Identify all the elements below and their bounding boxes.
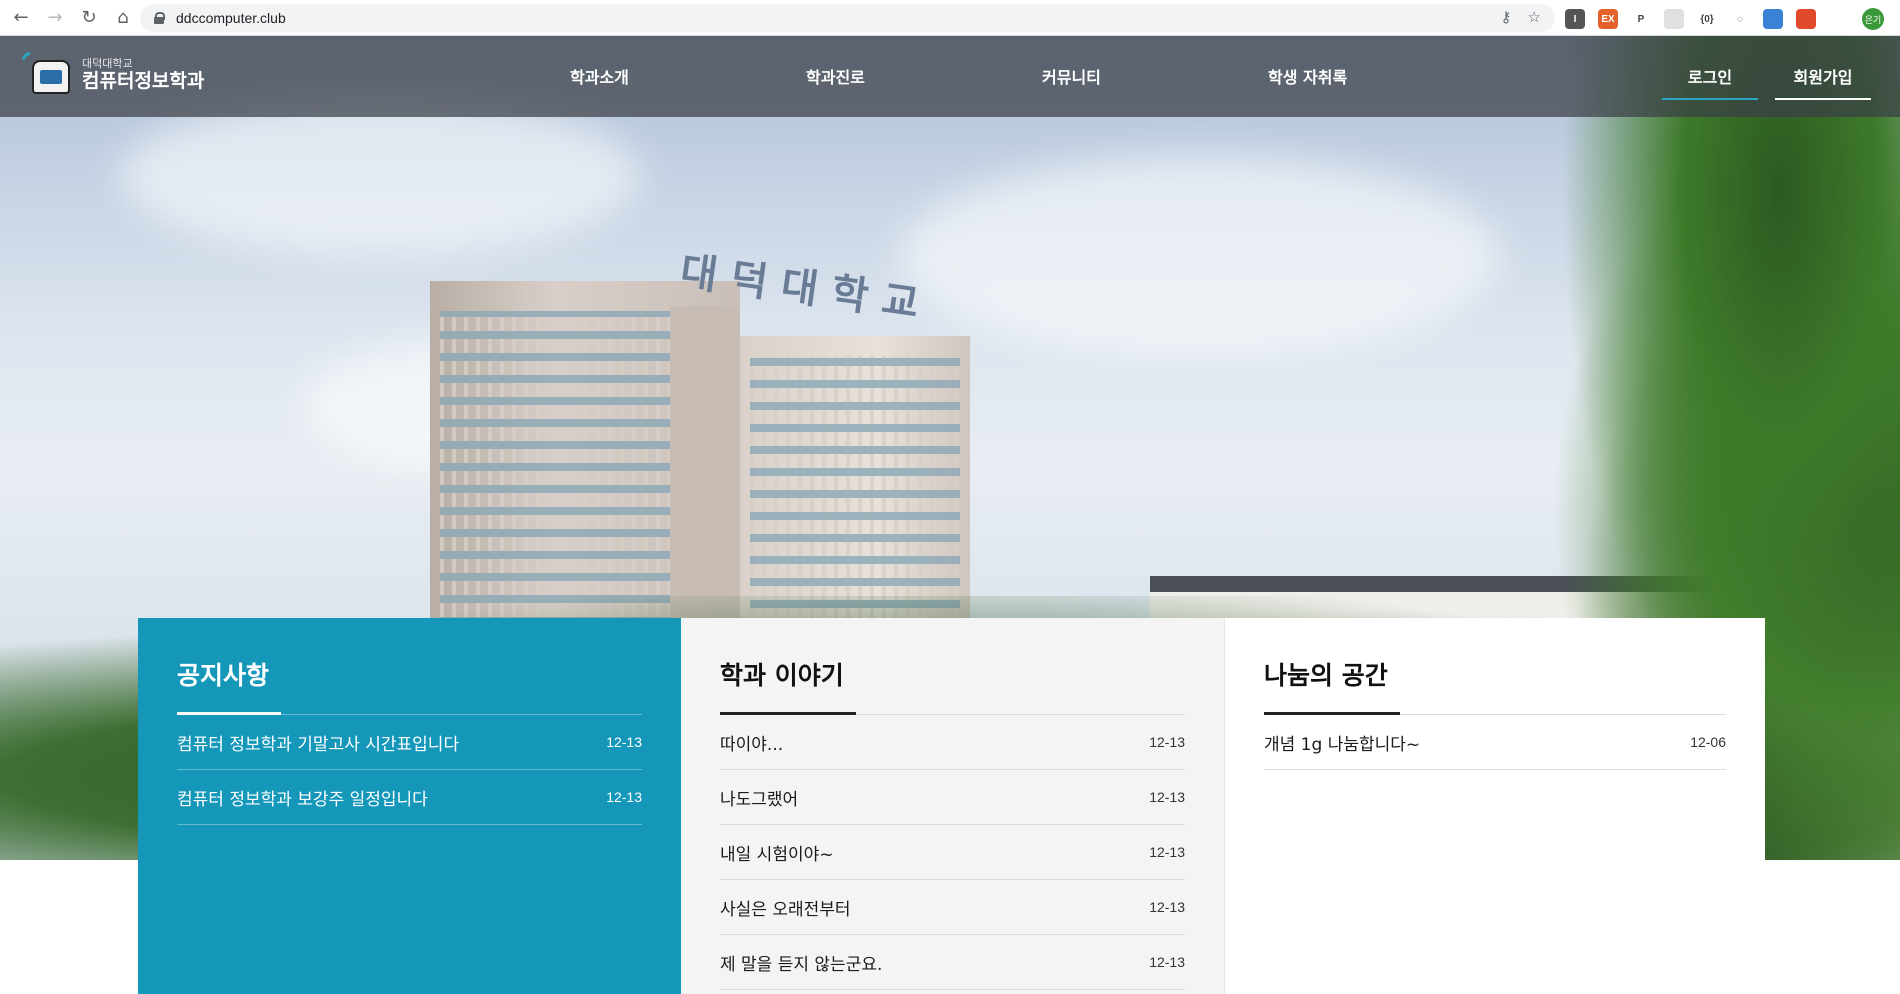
main-navigation: 학과소개 학과진로 커뮤니티 학생 자취록 로그인 회원가입: [0, 36, 1900, 117]
cloud: [900, 156, 1500, 356]
extension-3-icon[interactable]: P: [1631, 9, 1651, 29]
extension-2-icon[interactable]: EX: [1598, 9, 1618, 29]
extension-6-icon[interactable]: ◌: [1730, 9, 1750, 29]
signup-button[interactable]: 회원가입: [1775, 64, 1871, 100]
title-divider: [1264, 712, 1726, 715]
nav-item-community[interactable]: 커뮤니티: [1042, 64, 1101, 88]
post-title[interactable]: 나도그랬어: [720, 785, 798, 810]
nav-item-department-intro[interactable]: 학과소개: [570, 64, 629, 88]
post-title[interactable]: 내일 시험이야~: [720, 840, 834, 865]
extensions-toolbar: I EX P {0} ◌ 은기: [1565, 8, 1884, 30]
extension-8-icon[interactable]: [1796, 9, 1816, 29]
key-icon[interactable]: ⚷: [1501, 8, 1512, 26]
post-title[interactable]: 컴퓨터 정보학과 보강주 일정입니다: [177, 785, 428, 810]
post-item[interactable]: 나도그랬어 12-13: [720, 770, 1185, 825]
title-divider: [720, 712, 1185, 715]
board-panels: 공지사항 컴퓨터 정보학과 기말고사 시간표입니다 12-13 컴퓨터 정보학과 보…: [138, 618, 1765, 994]
post-date: 12-13: [606, 734, 642, 750]
story-board-title[interactable]: 학과 이야기: [720, 656, 1185, 714]
post-date: 12-13: [1149, 899, 1185, 915]
cloud: [120, 96, 640, 256]
address-bar[interactable]: ddccomputer.club ⚷ ☆: [140, 4, 1555, 32]
post-title[interactable]: 사실은 오래전부터: [720, 895, 851, 920]
post-item[interactable]: 컴퓨터 정보학과 보강주 일정입니다 12-13: [177, 770, 642, 825]
nav-item-student-records[interactable]: 학생 자취록: [1268, 64, 1347, 88]
browser-toolbar: ← → ↻ ⌂ ddccomputer.club ⚷ ☆ I EX P {0} ◌ 은기: [0, 0, 1900, 36]
share-post-list: 개념 1g 나눔합니다~ 12-06: [1264, 715, 1726, 770]
post-title[interactable]: 개념 1g 나눔합니다~: [1264, 730, 1420, 755]
post-date: 12-13: [1149, 954, 1185, 970]
post-item[interactable]: 컴퓨터 정보학과 기말고사 시간표입니다 12-13: [177, 715, 642, 770]
notice-board: 공지사항 컴퓨터 정보학과 기말고사 시간표입니다 12-13 컴퓨터 정보학과 보…: [138, 618, 681, 994]
url-text[interactable]: ddccomputer.club: [176, 10, 286, 26]
omnibox-actions: ⚷ ☆: [1501, 8, 1541, 26]
sharing-space-board: 나눔의 공간 개념 1g 나눔합니다~ 12-06: [1224, 618, 1765, 994]
share-board-title[interactable]: 나눔의 공간: [1264, 656, 1726, 714]
post-item[interactable]: 따이야... 12-13: [720, 715, 1185, 770]
notice-post-list: 컴퓨터 정보학과 기말고사 시간표입니다 12-13 컴퓨터 정보학과 보강주 일정…: [177, 715, 642, 825]
login-button[interactable]: 로그인: [1662, 64, 1758, 100]
extensions-puzzle-icon[interactable]: [1829, 9, 1849, 29]
notice-board-title[interactable]: 공지사항: [177, 656, 642, 714]
profile-avatar[interactable]: 은기: [1862, 8, 1884, 30]
post-item[interactable]: 제 말을 듣지 않는군요. 12-13: [720, 935, 1185, 990]
lock-icon[interactable]: [154, 12, 165, 24]
post-title[interactable]: 컴퓨터 정보학과 기말고사 시간표입니다: [177, 730, 459, 755]
post-date: 12-13: [1149, 844, 1185, 860]
post-item[interactable]: 내일 시험이야~ 12-13: [720, 825, 1185, 880]
department-story-board: 학과 이야기 따이야... 12-13 나도그랬어 12-13 내일 시험이야~ 12-1…: [681, 618, 1224, 994]
browser-nav-buttons: ← → ↻ ⌂: [6, 3, 138, 33]
post-item[interactable]: 개념 1g 나눔합니다~ 12-06: [1264, 715, 1726, 770]
site-header: 대덕대학교 컴퓨터정보학과 학과소개 학과진로 커뮤니티 학생 자취록 로그인 …: [0, 36, 1900, 117]
post-date: 12-13: [606, 789, 642, 805]
home-icon[interactable]: ⌂: [108, 3, 138, 33]
extension-7-icon[interactable]: [1763, 9, 1783, 29]
story-post-list: 따이야... 12-13 나도그랬어 12-13 내일 시험이야~ 12-13 사실은 오래…: [720, 715, 1185, 990]
extension-5-icon[interactable]: {0}: [1697, 9, 1717, 29]
post-date: 12-06: [1690, 734, 1726, 750]
post-date: 12-13: [1149, 789, 1185, 805]
star-bookmark-icon[interactable]: ☆: [1528, 8, 1541, 26]
post-date: 12-13: [1149, 734, 1185, 750]
title-divider: [177, 712, 642, 715]
nav-item-career[interactable]: 학과진로: [806, 64, 865, 88]
post-title[interactable]: 따이야...: [720, 730, 783, 755]
post-title[interactable]: 제 말을 듣지 않는군요.: [720, 950, 882, 975]
reload-icon[interactable]: ↻: [74, 3, 104, 33]
back-arrow-icon[interactable]: ←: [6, 3, 36, 33]
post-item[interactable]: 사실은 오래전부터 12-13: [720, 880, 1185, 935]
extension-1-icon[interactable]: I: [1565, 9, 1585, 29]
forward-arrow-icon[interactable]: →: [40, 3, 70, 33]
extension-4-icon[interactable]: [1664, 9, 1684, 29]
